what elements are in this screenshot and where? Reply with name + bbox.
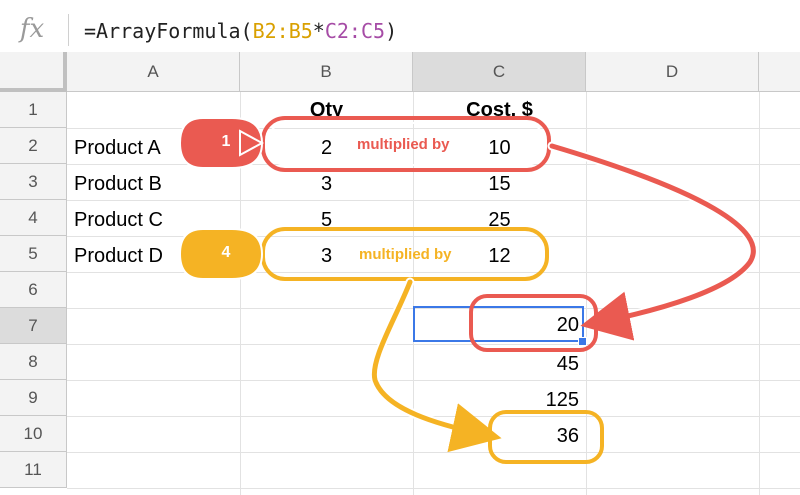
multiplied-by-label-orange: multiplied by bbox=[359, 246, 452, 263]
arrow-orange-stroke bbox=[371, 279, 502, 453]
badge-4-label: 4 bbox=[221, 244, 231, 261]
highlight-result-36-box bbox=[488, 410, 604, 464]
arrow-orange bbox=[369, 277, 487, 439]
highlight-result-20-box bbox=[469, 294, 598, 352]
badge-1-label: 1 bbox=[221, 133, 231, 150]
multiplied-by-label-red: multiplied by bbox=[357, 136, 450, 153]
